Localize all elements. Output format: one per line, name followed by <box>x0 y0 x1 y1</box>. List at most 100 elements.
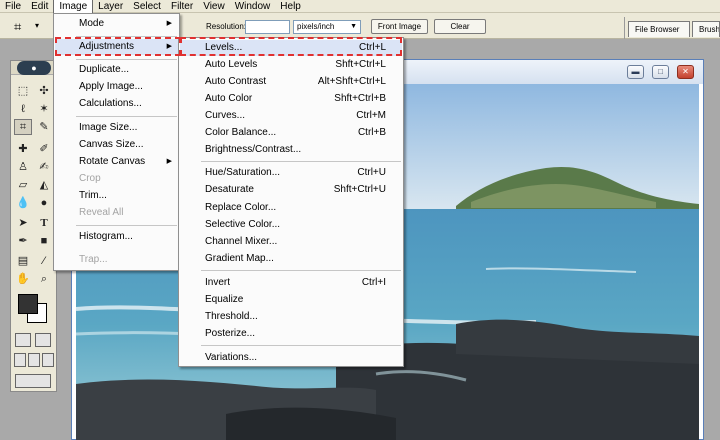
clear-button[interactable]: Clear <box>434 19 486 34</box>
maximize-icon[interactable]: □ <box>652 65 669 79</box>
lasso-icon[interactable]: ℓ <box>14 101 32 117</box>
brush-icon[interactable]: ✐ <box>35 141 53 157</box>
front-image-button[interactable]: Front Image <box>371 19 428 34</box>
menu-item-shortcut: Ctrl+I <box>361 277 386 288</box>
screen-mode-full-icon[interactable] <box>42 353 54 367</box>
menu-item-auto-color[interactable]: Auto Color Shft+Ctrl+B <box>180 91 402 107</box>
menu-help[interactable]: Help <box>275 0 306 13</box>
menu-image[interactable]: Image <box>53 0 94 14</box>
menu-item-label: Canvas Size... <box>79 139 144 150</box>
units-select[interactable]: pixels/inch ▼ <box>293 20 361 34</box>
menu-item-calculations[interactable]: Calculations... <box>55 96 178 112</box>
menu-item-adjustments[interactable]: Adjustments ▶ <box>55 39 178 55</box>
close-icon[interactable]: ✕ <box>677 65 694 79</box>
menu-edit[interactable]: Edit <box>26 0 53 13</box>
menu-select[interactable]: Select <box>128 0 166 13</box>
menu-item-hue-saturation[interactable]: Hue/Saturation... Ctrl+U <box>180 165 402 181</box>
menu-item-auto-contrast[interactable]: Auto Contrast Alt+Shft+Ctrl+L <box>180 74 402 90</box>
menu-item-label: Threshold... <box>205 311 258 322</box>
menu-item-crop[interactable]: Crop <box>55 171 178 187</box>
hand-icon[interactable]: ✋ <box>14 271 32 287</box>
menu-file[interactable]: File <box>0 0 26 13</box>
menu-item-curves[interactable]: Curves... Ctrl+M <box>180 108 402 124</box>
menu-item-trim[interactable]: Trim... <box>55 188 178 204</box>
menu-separator <box>76 116 177 117</box>
chevron-down-icon: ▼ <box>350 23 357 30</box>
blur-icon[interactable]: 💧 <box>14 195 32 211</box>
menu-item-apply-image[interactable]: Apply Image... <box>55 79 178 95</box>
menu-item-variations[interactable]: Variations... <box>180 350 402 366</box>
menu-item-posterize[interactable]: Posterize... <box>180 326 402 342</box>
menu-window[interactable]: Window <box>230 0 276 13</box>
menu-item-label: Auto Contrast <box>205 76 267 87</box>
magic-wand-icon[interactable]: ✶ <box>35 101 53 117</box>
zoom-icon[interactable]: ⌕ <box>35 271 53 287</box>
menu-item-mode[interactable]: Mode ▶ <box>55 16 178 32</box>
crop-icon[interactable]: ⌗ <box>14 119 32 135</box>
tab-file-browser[interactable]: File Browser <box>628 21 690 37</box>
menu-item-label: Selective Color... <box>205 219 281 230</box>
chevron-down-icon[interactable]: ▾ <box>35 21 39 30</box>
menu-item-duplicate[interactable]: Duplicate... <box>55 62 178 78</box>
screen-mode-full-menu-icon[interactable] <box>28 353 40 367</box>
jump-to-imageready-icon[interactable] <box>15 374 51 388</box>
menu-item-channel-mixer[interactable]: Channel Mixer... <box>180 234 402 250</box>
menu-bar: File Edit Image Layer Select Filter View Window… <box>0 0 720 14</box>
slice-icon[interactable]: ✎ <box>35 119 53 135</box>
screen-mode-standard-icon[interactable] <box>14 353 26 367</box>
history-brush-icon[interactable]: ✍ <box>35 159 53 175</box>
menu-item-color-balance[interactable]: Color Balance... Ctrl+B <box>180 125 402 141</box>
menu-view[interactable]: View <box>198 0 230 13</box>
menu-item-levels[interactable]: Levels... Ctrl+L <box>180 40 402 56</box>
menu-separator <box>76 225 177 226</box>
menu-layer[interactable]: Layer <box>93 0 128 13</box>
paint-bucket-icon[interactable]: ◭ <box>35 177 53 193</box>
menu-item-label: Histogram... <box>79 231 133 242</box>
menu-item-label: Brightness/Contrast... <box>205 144 302 155</box>
shape-icon[interactable]: ■ <box>35 233 53 249</box>
clone-stamp-icon[interactable]: ♙ <box>14 159 32 175</box>
menu-item-label: Crop <box>79 173 101 184</box>
move-icon[interactable]: ✣ <box>35 83 53 99</box>
menu-item-auto-levels[interactable]: Auto Levels Shft+Ctrl+L <box>180 57 402 73</box>
resolution-input[interactable] <box>245 20 290 34</box>
healing-brush-icon[interactable]: ✚ <box>14 141 32 157</box>
menu-item-desaturate[interactable]: Desaturate Shft+Ctrl+U <box>180 182 402 198</box>
menu-item-selective-color[interactable]: Selective Color... <box>180 217 402 233</box>
chevron-right-icon: ▶ <box>166 43 172 50</box>
menu-item-replace-color[interactable]: Replace Color... <box>180 200 402 216</box>
eyedropper-icon[interactable]: ⁄ <box>35 253 53 269</box>
menu-item-image-size[interactable]: Image Size... <box>55 120 178 136</box>
photoshop-logo[interactable]: ● <box>17 61 51 75</box>
menu-item-threshold[interactable]: Threshold... <box>180 309 402 325</box>
menu-item-equalize[interactable]: Equalize <box>180 292 402 308</box>
pen-icon[interactable]: ✒ <box>14 233 32 249</box>
menu-item-canvas-size[interactable]: Canvas Size... <box>55 137 178 153</box>
menu-filter[interactable]: Filter <box>166 0 198 13</box>
standard-mode-icon[interactable] <box>15 333 31 347</box>
chevron-right-icon: ▶ <box>166 20 172 27</box>
crop-icon[interactable]: ⌗ <box>14 19 21 35</box>
menu-item-shortcut: Alt+Shft+Ctrl+L <box>317 76 386 87</box>
minimize-icon[interactable]: ▬ <box>627 65 644 79</box>
foreground-color-swatch[interactable] <box>18 294 38 314</box>
menu-item-trap[interactable]: Trap... <box>55 252 178 268</box>
eraser-icon[interactable]: ▱ <box>14 177 32 193</box>
menu-item-shortcut: Shft+Ctrl+B <box>334 93 386 104</box>
quick-mask-icon[interactable] <box>35 333 51 347</box>
menu-item-invert[interactable]: Invert Ctrl+I <box>180 275 402 291</box>
menu-item-label: Reveal All <box>79 207 124 218</box>
menu-item-reveal-all[interactable]: Reveal All <box>55 205 178 221</box>
path-selection-icon[interactable]: ➤ <box>14 215 32 231</box>
dodge-icon[interactable]: ● <box>35 195 53 211</box>
type-icon[interactable]: T <box>35 215 53 231</box>
units-select-value: pixels/inch <box>297 22 335 31</box>
menu-item-histogram[interactable]: Histogram... <box>55 229 178 245</box>
menu-item-brightness-contrast[interactable]: Brightness/Contrast... <box>180 142 402 158</box>
menu-item-rotate-canvas[interactable]: Rotate Canvas ▶ <box>55 154 178 170</box>
marquee-icon[interactable]: ⬚ <box>14 83 32 99</box>
menu-item-gradient-map[interactable]: Gradient Map... <box>180 251 402 267</box>
tab-brush[interactable]: Brush <box>692 21 720 37</box>
menu-item-shortcut: Shft+Ctrl+L <box>335 59 386 70</box>
notes-icon[interactable]: ▤ <box>14 253 32 269</box>
